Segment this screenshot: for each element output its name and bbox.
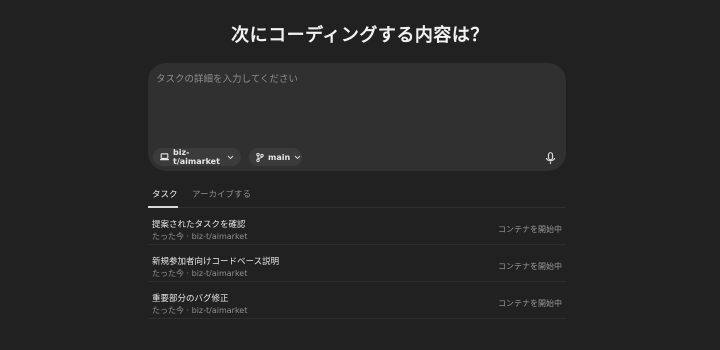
chevron-down-icon (294, 155, 301, 160)
page-title: 次にコーディングする内容は？ (231, 25, 489, 46)
page: 次にコーディングする内容は？ biz-t/aimarket main (0, 0, 720, 350)
task-meta: たった今 · biz-t/aimarket (152, 269, 248, 278)
task-status: コンテナを開始中 (498, 262, 562, 271)
task-row[interactable]: 提案されたタスクを確認 たった今 · biz-t/aimarket コンテナを開… (148, 208, 566, 245)
git-branch-icon (256, 152, 264, 162)
branch-selector-label: main (268, 152, 291, 162)
tab-tasks[interactable]: タスク (152, 188, 178, 200)
task-list: 提案されたタスクを確認 たった今 · biz-t/aimarket コンテナを開… (148, 208, 566, 319)
task-status: コンテナを開始中 (498, 299, 562, 308)
branch-selector[interactable]: main (249, 148, 302, 166)
task-title: 提案されたタスクを確認 (152, 220, 246, 230)
task-row[interactable]: 新規参加者向けコードベース説明 たった今 · biz-t/aimarket コン… (148, 245, 566, 282)
task-meta: たった今 · biz-t/aimarket (152, 232, 248, 241)
tab-archive[interactable]: アーカイブする (192, 188, 251, 200)
task-description-input[interactable] (156, 71, 556, 143)
task-title: 新規参加者向けコードベース説明 (152, 257, 280, 267)
repo-selector-label: biz-t/aimarket (173, 148, 220, 166)
laptop-icon (160, 153, 169, 161)
chevron-down-icon (227, 155, 234, 160)
task-tabs: タスク アーカイブする (148, 182, 566, 208)
task-meta: たった今 · biz-t/aimarket (152, 306, 248, 315)
task-status: コンテナを開始中 (498, 225, 562, 234)
task-row[interactable]: 重要部分のバグ修正 たった今 · biz-t/aimarket コンテナを開始中 (148, 282, 566, 319)
repo-selector[interactable]: biz-t/aimarket (153, 148, 241, 166)
microphone-icon[interactable] (545, 150, 556, 164)
task-title: 重要部分のバグ修正 (152, 294, 229, 304)
